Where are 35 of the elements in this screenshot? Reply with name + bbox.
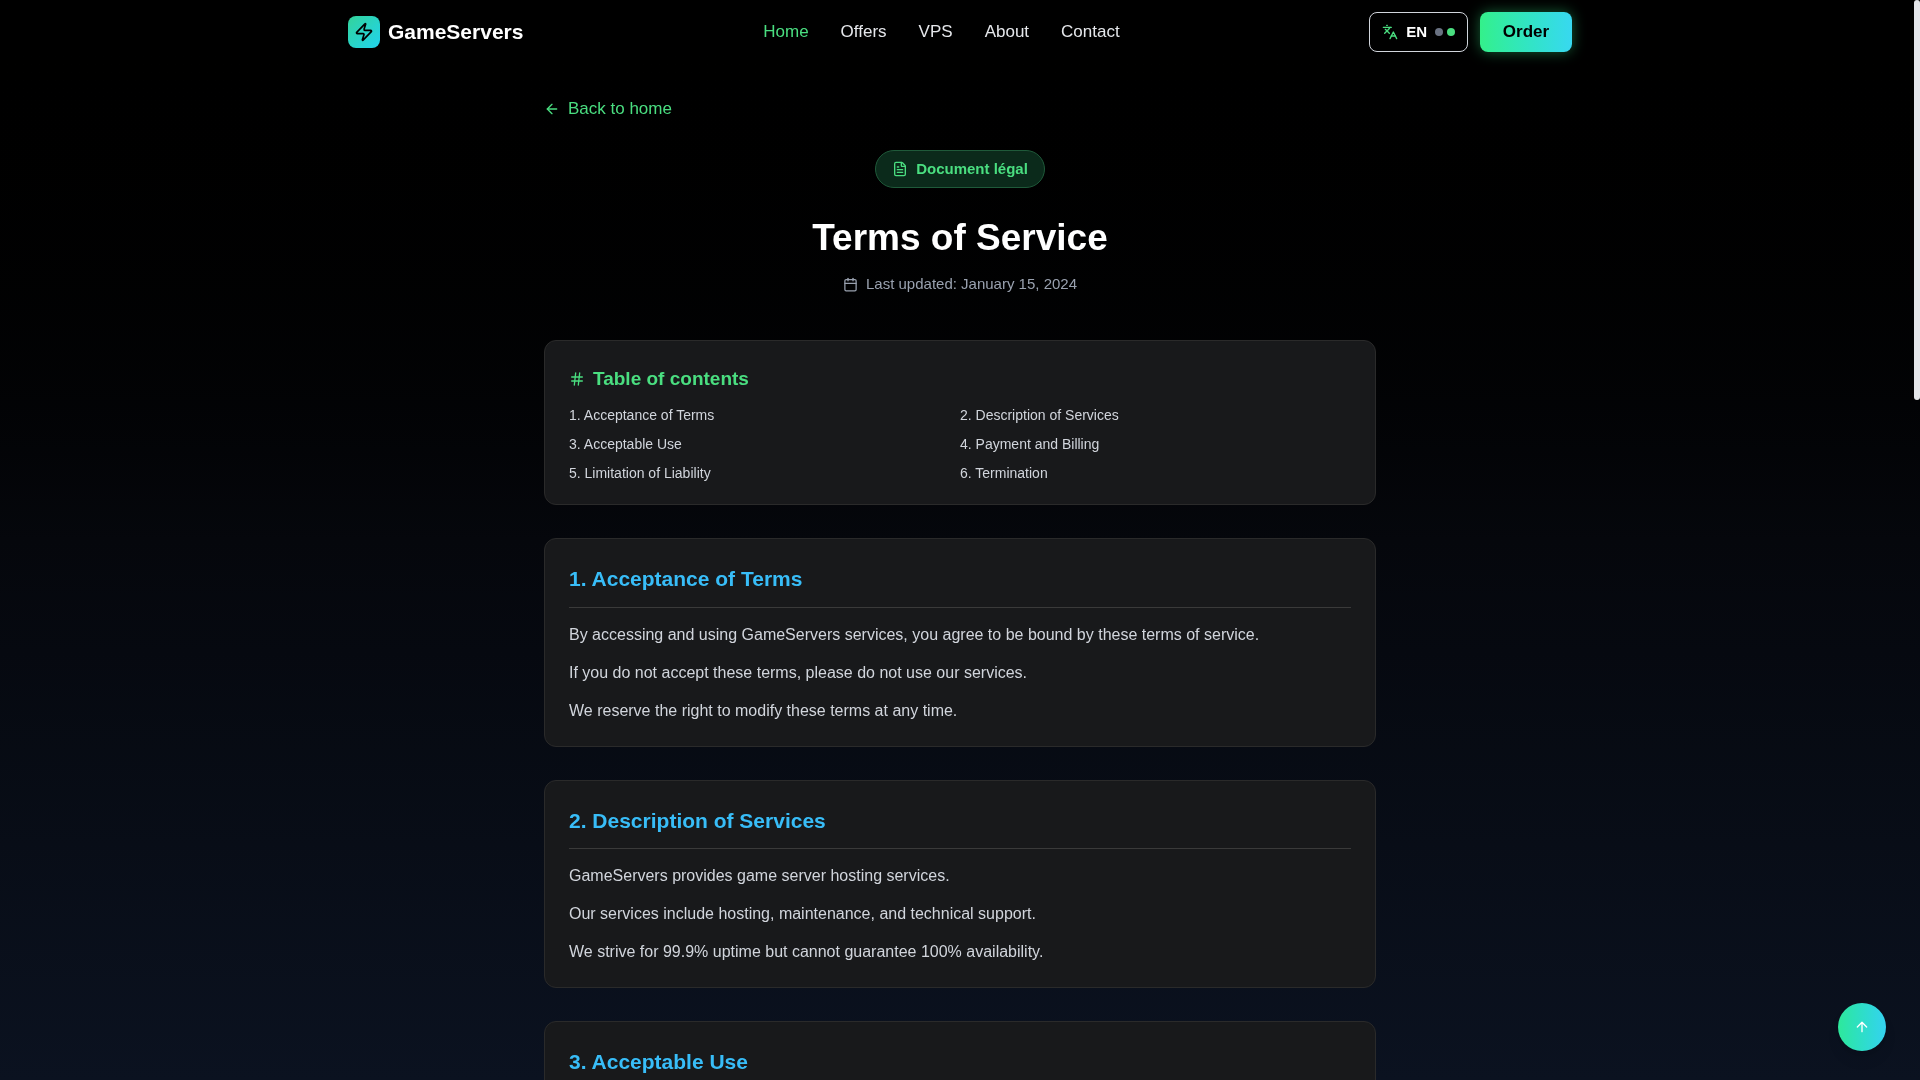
section-heading: 2. Description of Services	[569, 804, 1351, 850]
hash-icon	[569, 371, 585, 387]
nav-link[interactable]: About	[984, 19, 1030, 45]
toc-link[interactable]: 5. Limitation of Liability	[569, 463, 960, 485]
toc-link[interactable]: 3. Acceptable Use	[569, 434, 960, 456]
toc-link[interactable]: 1. Acceptance of Terms	[569, 405, 960, 427]
order-button[interactable]: Order	[1480, 12, 1572, 52]
last-updated: Last updated: January 15, 2024	[866, 274, 1077, 295]
nav-link[interactable]: Contact	[1061, 19, 1120, 45]
toggle-dots-icon	[1435, 28, 1455, 36]
document-badge: Document légal	[875, 149, 1045, 188]
document-icon	[892, 160, 909, 177]
brand-name: GameServers	[388, 19, 524, 46]
section-paragraph: If you do not accept these terms, please do not use our services.	[569, 662, 1029, 683]
back-link[interactable]: Back to home	[544, 96, 672, 122]
toc-link[interactable]: 4. Payment and Billing	[960, 434, 1351, 456]
language-toggle[interactable]: EN	[1369, 12, 1468, 52]
calendar-icon	[843, 277, 858, 292]
translate-icon	[1382, 24, 1399, 40]
page-title: Terms of Service	[812, 215, 1108, 260]
section-paragraph: Our services include hosting, maintenance, and technical support.	[569, 904, 1037, 925]
scroll-to-top-button[interactable]	[1838, 1003, 1886, 1051]
section-paragraph: We strive for 99.9% uptime but cannot guarantee 100% availability.	[569, 942, 1045, 963]
section-paragraph: GameServers provides game server hosting services.	[569, 866, 951, 887]
section-paragraph: By accessing and using GameServers services, you agree to be bound by these terms of service.	[569, 624, 1261, 645]
toc-link[interactable]: 2. Description of Services	[960, 405, 1351, 427]
section-heading: 3. Acceptable Use	[569, 1046, 1351, 1080]
section-heading: 1. Acceptance of Terms	[569, 563, 1351, 608]
section-paragraph: We reserve the right to modify these terms at any time.	[569, 700, 959, 721]
nav-link[interactable]: Home	[763, 19, 809, 45]
logo-icon	[348, 16, 380, 48]
nav-link[interactable]: Offers	[840, 19, 887, 45]
toc-link[interactable]: 6. Termination	[960, 463, 1351, 485]
toc-title: Table of contents	[593, 366, 749, 391]
nav-link[interactable]: VPS	[918, 19, 953, 45]
